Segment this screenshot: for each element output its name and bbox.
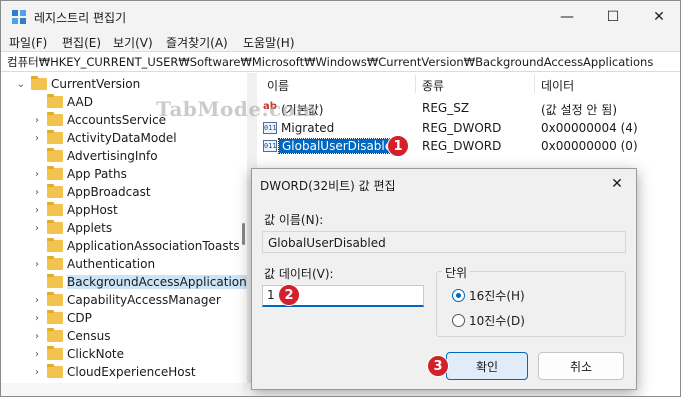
tree-node[interactable]: › Census — [31, 327, 110, 345]
tree-node[interactable]: › CloudExperienceHost — [31, 363, 196, 381]
address-bar[interactable]: 컴퓨터₩HKEY_CURRENT_USER₩Software₩Microsoft… — [1, 51, 680, 72]
tree-node[interactable]: › Authentication — [31, 255, 155, 273]
folder-icon — [47, 238, 63, 252]
dialog-title: DWORD(32비트) 값 편집 — [260, 179, 396, 193]
value-data-label: 값 데이터(V): — [264, 267, 334, 281]
tree-scrollbar-thumb[interactable] — [242, 223, 245, 245]
folder-icon — [31, 76, 47, 90]
tree-node[interactable]: › CapabilityAccessManager — [31, 291, 221, 309]
tree-node[interactable]: › AppHost — [31, 201, 118, 219]
tree-horizontal-scrollbar[interactable] — [1, 383, 247, 396]
menu-bar: 파일(F) 편집(E) 보기(V) 즐겨찾기(A) 도움말(H) — [1, 33, 680, 51]
chevron-right-icon[interactable]: › — [31, 295, 43, 306]
folder-icon — [47, 292, 63, 306]
folder-icon — [47, 148, 63, 162]
chevron-down-icon[interactable]: ⌄ — [15, 79, 27, 90]
dword-value-icon: 011 — [263, 140, 277, 152]
folder-icon — [47, 346, 63, 360]
chevron-right-icon[interactable]: › — [31, 133, 43, 144]
radio-icon — [452, 314, 465, 327]
watermark: TabMode.com — [156, 97, 318, 121]
chevron-right-icon[interactable]: › — [31, 223, 43, 234]
folder-icon — [47, 256, 63, 270]
tree-node[interactable]: › ActivityDataModel — [31, 129, 177, 147]
menu-edit[interactable]: 편집(E) — [62, 34, 101, 51]
tree-node[interactable]: › App Paths — [31, 165, 127, 183]
menu-view[interactable]: 보기(V) — [113, 34, 153, 51]
folder-icon — [47, 130, 63, 144]
folder-icon — [47, 166, 63, 180]
tree-node[interactable]: › CDP — [31, 309, 92, 327]
value-row[interactable]: 011 Migrated REG_DWORD 0x00000004 (4) — [257, 119, 680, 137]
column-header-name[interactable]: 이름 — [267, 77, 289, 94]
tree-node-currentversion[interactable]: ⌄ CurrentVersion — [15, 75, 140, 93]
chevron-right-icon[interactable]: › — [31, 349, 43, 360]
chevron-right-icon[interactable]: › — [31, 313, 43, 324]
step-badge-1: 1 — [387, 135, 409, 157]
value-row-selected[interactable]: 011 GlobalUserDisabled REG_DWORD 0x00000… — [257, 137, 680, 155]
chevron-right-icon[interactable]: › — [31, 205, 43, 216]
base-group-label: 단위 — [442, 264, 471, 281]
tree-node[interactable]: › ClickNote — [31, 345, 124, 363]
chevron-right-icon[interactable]: › — [31, 115, 43, 126]
folder-icon — [47, 202, 63, 216]
folder-icon — [47, 94, 63, 108]
column-header-data[interactable]: 데이터 — [541, 77, 574, 94]
title-bar: 레지스트리 편집기 — ☐ ✕ — [1, 1, 680, 33]
value-name-label: 값 이름(N): — [264, 213, 324, 227]
cancel-button[interactable]: 취소 — [538, 352, 624, 380]
step-badge-2: 2 — [278, 284, 300, 306]
folder-icon — [47, 364, 63, 378]
chevron-right-icon[interactable]: › — [31, 331, 43, 342]
dword-value-icon: 011 — [263, 122, 277, 134]
chevron-right-icon[interactable]: › — [31, 187, 43, 198]
step-badge-3: 3 — [427, 355, 449, 377]
tree-node[interactable]: ApplicationAssociationToasts — [31, 237, 240, 255]
folder-icon — [47, 274, 63, 288]
radio-selected-icon — [452, 289, 465, 302]
chevron-right-icon[interactable]: › — [31, 367, 43, 378]
maximize-button[interactable]: ☐ — [590, 1, 636, 33]
decimal-radio[interactable]: 10진수(D) — [452, 312, 525, 329]
tree-node-selected[interactable]: BackgroundAccessApplications — [31, 273, 247, 291]
close-button[interactable]: ✕ — [636, 1, 680, 33]
edit-dword-dialog: DWORD(32비트) 값 편집 ✕ 값 이름(N): GlobalUserDi… — [251, 168, 637, 390]
tree-node[interactable]: › Applets — [31, 219, 112, 237]
dialog-close-icon[interactable]: ✕ — [604, 172, 630, 196]
chevron-right-icon[interactable]: › — [31, 259, 43, 270]
tree-node[interactable]: AAD — [31, 93, 93, 111]
tree-node[interactable]: AdvertisingInfo — [31, 147, 158, 165]
folder-icon — [47, 184, 63, 198]
folder-icon — [47, 220, 63, 234]
menu-file[interactable]: 파일(F) — [9, 34, 47, 51]
hex-radio[interactable]: 16진수(H) — [452, 287, 525, 304]
registry-editor-window: 레지스트리 편집기 — ☐ ✕ 파일(F) 편집(E) 보기(V) 즐겨찾기(A… — [0, 0, 681, 397]
menu-favorites[interactable]: 즐겨찾기(A) — [166, 34, 228, 51]
registry-app-icon — [12, 10, 26, 24]
menu-help[interactable]: 도움말(H) — [243, 34, 295, 51]
minimize-button[interactable]: — — [544, 1, 590, 33]
window-title: 레지스트리 편집기 — [34, 11, 127, 25]
column-header-type[interactable]: 종류 — [422, 77, 444, 94]
ok-button[interactable]: 확인 — [446, 352, 528, 380]
value-name-field: GlobalUserDisabled — [262, 231, 626, 253]
folder-icon — [47, 112, 63, 126]
tree-node[interactable]: › AccountsService — [31, 111, 166, 129]
folder-icon — [47, 310, 63, 324]
folder-icon — [47, 328, 63, 342]
tree-node[interactable]: › AppBroadcast — [31, 183, 151, 201]
chevron-right-icon[interactable]: › — [31, 169, 43, 180]
value-row[interactable]: ab (기본값) REG_SZ (값 설정 안 됨) — [257, 99, 680, 117]
